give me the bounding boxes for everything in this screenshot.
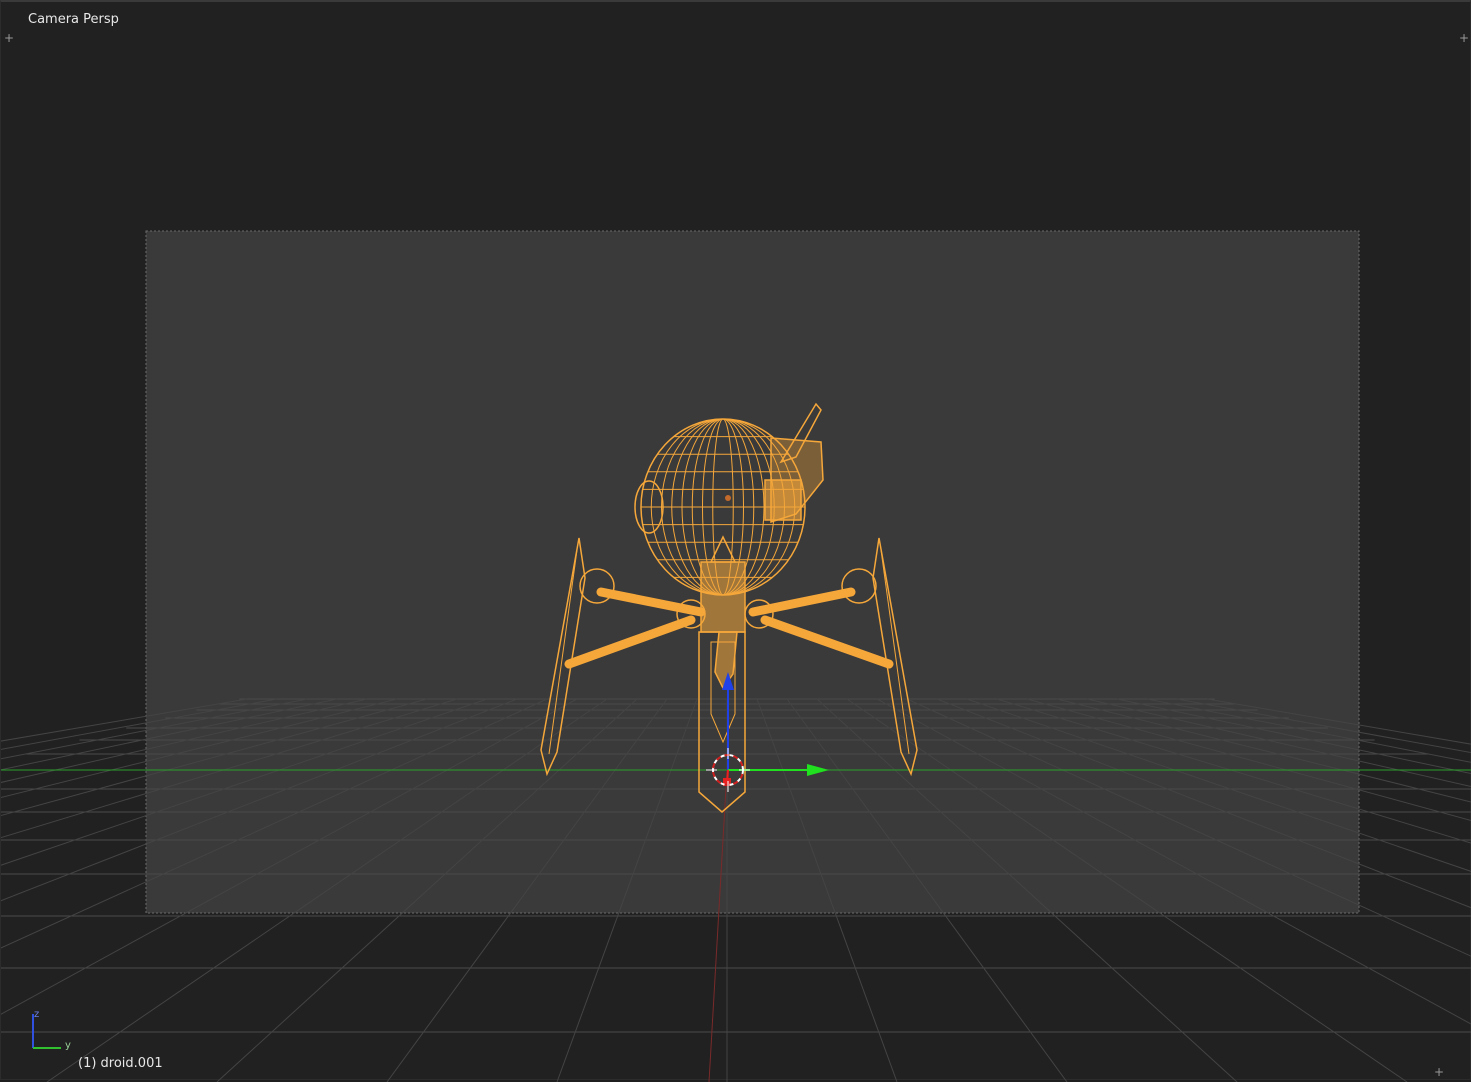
viewport-canvas[interactable] (1, 2, 1471, 1082)
plus-icon[interactable]: + (1458, 32, 1470, 44)
view-name-label: Camera Persp (28, 12, 119, 27)
3d-viewport[interactable]: Camera Persp + + + z y (1) droid.001 (0, 0, 1471, 1082)
droid-body (700, 561, 746, 633)
axis-gizmo: z y (32, 1009, 71, 1051)
droid-side-panel (764, 479, 802, 521)
axis-y-label: y (65, 1040, 71, 1051)
active-object-label: (1) droid.001 (78, 1056, 163, 1071)
plus-icon[interactable]: + (1433, 1066, 1445, 1078)
object-origin (725, 495, 731, 501)
plus-icon[interactable]: + (3, 32, 15, 44)
camera-frame (145, 230, 1360, 914)
axis-z-label: z (34, 1009, 39, 1020)
